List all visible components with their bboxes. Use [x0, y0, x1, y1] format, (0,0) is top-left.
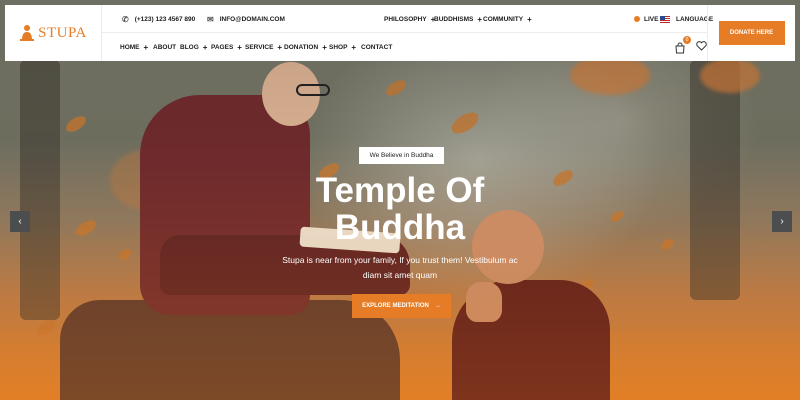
cart-count-badge: 0	[683, 36, 691, 44]
nav-item-label: SERVICE	[245, 43, 274, 51]
hero-title-line: Temple Of	[315, 171, 485, 210]
nav-item-label: DONATION	[284, 43, 319, 51]
plus-icon: +	[351, 42, 357, 52]
falling-leaf	[578, 277, 596, 292]
brand-name: STUPA	[38, 24, 87, 41]
nav-item-blog[interactable]: BLOG +	[180, 33, 207, 61]
slider-next-button[interactable]: ›	[772, 211, 792, 232]
mail-icon: ✉	[207, 14, 214, 24]
falling-leaf	[608, 209, 626, 224]
hero-tagline: We Believe in Buddha	[359, 147, 444, 164]
phone-number: (+123) 123 4567 890	[134, 15, 196, 23]
wishlist-button[interactable]	[696, 38, 707, 56]
nav-item-pages[interactable]: PAGES +	[211, 33, 242, 61]
live-dot-icon	[634, 16, 640, 22]
language-selector[interactable]: LANGUAGE	[660, 5, 713, 33]
falling-leaf	[658, 237, 676, 252]
nav-item-about[interactable]: ABOUT	[153, 33, 176, 61]
plus-icon: +	[527, 14, 532, 24]
background-tree	[20, 60, 60, 320]
plus-icon: +	[143, 42, 149, 52]
background-foliage	[110, 150, 180, 210]
hero-subtitle: Stupa is near from your family, If you t…	[270, 253, 530, 283]
praying-hands	[466, 282, 502, 322]
donate-area: DONATE HERE	[707, 5, 795, 61]
seat-cushion	[60, 300, 400, 400]
nav-item-home[interactable]: HOME +	[120, 33, 148, 61]
hero-subtitle-line: Stupa is near from your family, If you t…	[282, 255, 518, 265]
email-contact[interactable]: ✉ INFO@DOMAIN.COM	[207, 5, 285, 33]
heart-icon	[696, 41, 707, 51]
nav-item-shop[interactable]: SHOP +	[329, 33, 356, 61]
plus-icon: +	[202, 42, 208, 52]
plus-icon: +	[237, 42, 242, 52]
falling-leaf	[448, 109, 482, 137]
topbar-link-label: BUDDHISMS	[434, 15, 474, 23]
site-header: STUPA ✆ (+123) 123 4567 890 ✉ INFO@DOMAI…	[5, 5, 795, 61]
topbar-link-community[interactable]: COMMUNITY +	[483, 5, 532, 33]
nav-item-service[interactable]: SERVICE +	[245, 33, 282, 61]
topbar-link-philosophy[interactable]: PHILOSOPHY +	[384, 5, 435, 33]
explore-meditation-button[interactable]: EXPLORE MEDITATION →	[352, 294, 451, 318]
nav-icons: 0	[674, 33, 707, 61]
logo[interactable]: STUPA	[5, 5, 102, 61]
top-bar: ✆ (+123) 123 4567 890 ✉ INFO@DOMAIN.COM …	[102, 5, 713, 33]
background-foliage	[570, 55, 650, 95]
hero-subtitle-line: diam sit amet quam	[362, 270, 438, 280]
topbar-link-label: PHILOSOPHY	[384, 15, 427, 23]
topbar-link-label: COMMUNITY	[483, 15, 524, 23]
nav-item-label: HOME	[120, 43, 140, 51]
falling-leaf	[73, 217, 99, 239]
nav-item-label: PAGES	[211, 43, 234, 51]
topbar-link-buddhisms[interactable]: BUDDHISMS +	[434, 5, 482, 33]
ground	[0, 330, 800, 400]
live-label: LIVE	[644, 15, 659, 23]
buddha-logo-icon	[19, 24, 35, 42]
hero-title: Temple Of Buddha	[250, 172, 550, 246]
falling-leaf	[550, 167, 576, 189]
hero-title-line: Buddha	[334, 208, 466, 247]
nav-item-label: ABOUT	[153, 43, 177, 51]
email-address: INFO@DOMAIN.COM	[219, 15, 285, 23]
cart-button[interactable]: 0	[674, 36, 691, 54]
falling-leaf	[116, 247, 134, 262]
monk-head	[262, 62, 320, 126]
shopping-bag-icon	[675, 42, 685, 54]
slider-prev-button[interactable]: ‹	[10, 211, 30, 232]
falling-leaf	[383, 77, 409, 99]
background-foliage	[700, 58, 760, 93]
nav-item-label: SHOP	[329, 43, 348, 51]
us-flag-icon	[660, 15, 670, 23]
plus-icon: +	[322, 42, 327, 52]
nav-item-contact[interactable]: CONTACT	[361, 33, 392, 61]
background-tree	[690, 60, 740, 300]
phone-icon: ✆	[122, 14, 129, 24]
live-link[interactable]: LIVE	[634, 5, 658, 33]
main-nav: HOME + ABOUT BLOG + PAGES + SERVICE + DONATI…	[102, 33, 707, 61]
chevron-right-icon: ›	[780, 216, 784, 227]
nav-item-label: CONTACT	[361, 43, 393, 51]
nav-item-label: BLOG	[180, 43, 199, 51]
plus-icon: +	[477, 14, 483, 24]
falling-leaf	[33, 317, 59, 339]
falling-leaf	[63, 113, 89, 135]
chevron-left-icon: ‹	[18, 216, 22, 227]
nav-item-donation[interactable]: DONATION +	[284, 33, 327, 61]
cta-label: EXPLORE MEDITATION	[362, 303, 429, 309]
glasses	[296, 84, 330, 96]
plus-icon: +	[277, 42, 283, 52]
child-monk-figure	[452, 280, 610, 400]
phone-contact[interactable]: ✆ (+123) 123 4567 890	[122, 5, 195, 33]
arrow-right-icon: →	[434, 303, 441, 309]
donate-button[interactable]: DONATE HERE	[718, 21, 785, 45]
falling-leaf	[538, 337, 564, 359]
